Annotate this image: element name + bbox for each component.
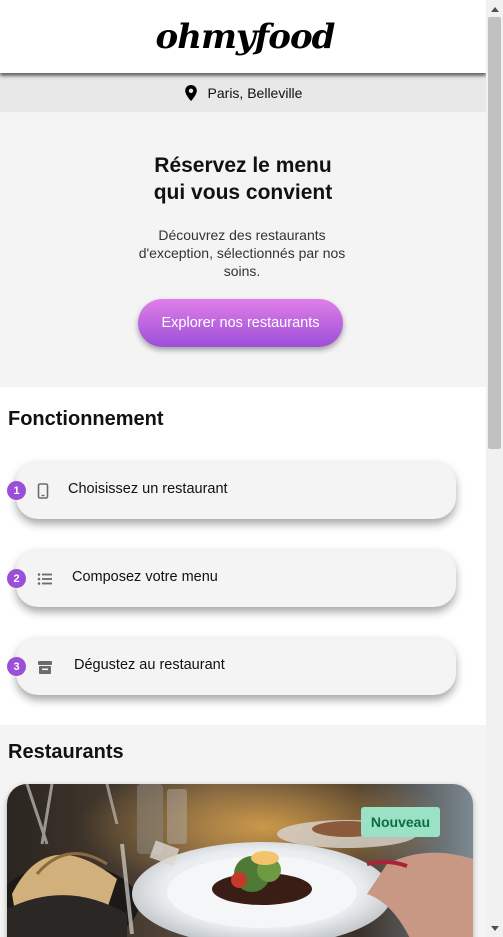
- step-number-badge: 1: [7, 481, 26, 500]
- smartphone-icon: [35, 483, 51, 499]
- new-badge: Nouveau: [360, 807, 440, 837]
- step-card-3[interactable]: 3 Dégustez au restaurant: [7, 637, 456, 695]
- logo[interactable]: ohmyfood: [156, 17, 336, 57]
- scroll-up-arrow-icon[interactable]: [486, 0, 503, 17]
- hero-title-line2: qui vous convient: [153, 181, 333, 204]
- page: ohmyfood Paris, Belleville Réservez le m…: [0, 0, 486, 937]
- hero-title-line1: Réservez le menu: [154, 154, 332, 177]
- site-header: ohmyfood: [0, 0, 486, 73]
- how-it-works-title: Fonctionnement: [8, 408, 164, 430]
- step-label: Choisissez un restaurant: [68, 481, 228, 497]
- hero-title: Réservez le menu qui vous convient: [0, 152, 486, 206]
- store-icon: [37, 659, 53, 675]
- location-text: Paris, Belleville: [207, 84, 303, 101]
- explore-restaurants-button[interactable]: Explorer nos restaurants: [138, 299, 343, 347]
- hero-subtitle: Découvrez des restaurants d'exception, s…: [138, 227, 346, 279]
- scroll-down-arrow-icon[interactable]: [486, 920, 503, 937]
- restaurant-card[interactable]: Nouveau: [7, 784, 473, 937]
- location-bar: Paris, Belleville: [0, 73, 486, 112]
- step-card-1[interactable]: 1 Choisissez un restaurant: [7, 461, 456, 519]
- hero-section: Réservez le menu qui vous convient Décou…: [0, 112, 486, 387]
- scrollbar[interactable]: [486, 0, 503, 937]
- restaurants-title: Restaurants: [8, 741, 124, 763]
- map-pin-icon: [184, 84, 197, 101]
- list-icon: [37, 571, 53, 587]
- step-number-badge: 2: [7, 569, 26, 588]
- step-number-badge: 3: [7, 657, 26, 676]
- scrollbar-thumb[interactable]: [488, 17, 501, 449]
- step-label: Composez votre menu: [72, 569, 218, 585]
- restaurants-section: Restaurants Nouveau: [0, 725, 486, 937]
- how-it-works-section: Fonctionnement 1 Choisissez un restauran…: [0, 387, 486, 725]
- step-card-2[interactable]: 2 Composez votre menu: [7, 549, 456, 607]
- step-label: Dégustez au restaurant: [74, 657, 225, 673]
